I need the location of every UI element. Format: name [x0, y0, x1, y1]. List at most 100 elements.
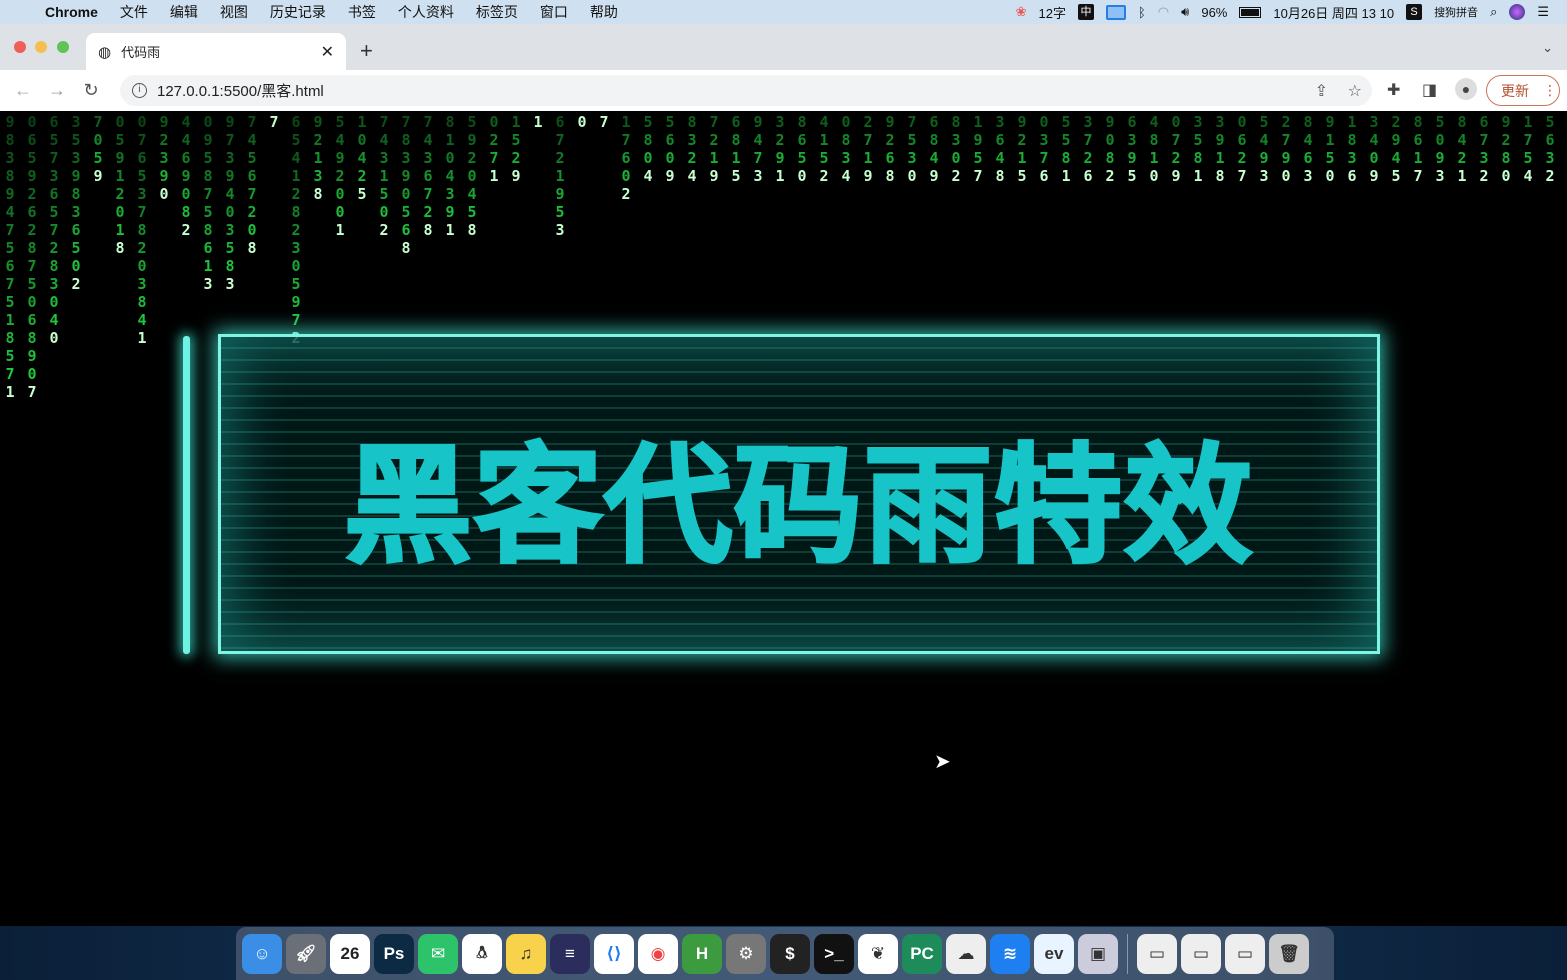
dock-qq-icon[interactable]: 🐧︎: [462, 933, 502, 974]
menu-history[interactable]: 历史记录: [259, 2, 337, 22]
rain-digit: 0: [643, 149, 653, 167]
dock-launchpad-icon[interactable]: 🚀︎: [286, 933, 326, 974]
menu-app[interactable]: Chrome: [34, 4, 109, 20]
more-menu-icon[interactable]: ⋮: [1543, 82, 1557, 99]
tab-active[interactable]: ◍ 代码雨 ✕: [86, 33, 346, 70]
menu-help[interactable]: 帮助: [579, 2, 629, 22]
word-count[interactable]: 12字: [1039, 3, 1066, 22]
dock-wechat-icon[interactable]: ✉: [418, 933, 458, 974]
dock-calendar-icon[interactable]: 26: [330, 933, 370, 974]
address-bar[interactable]: i 127.0.0.1:5500/黑客.html ⇪ ☆: [120, 75, 1372, 106]
rain-digit: 5: [335, 113, 345, 131]
tab-search-chevron-icon[interactable]: ⌄: [1542, 40, 1553, 56]
bookmark-star-icon[interactable]: ☆: [1348, 81, 1362, 101]
menu-bookmarks[interactable]: 书签: [337, 2, 387, 22]
update-button[interactable]: 更新 ⋮: [1486, 75, 1560, 106]
url-text[interactable]: 127.0.0.1:5500/黑客.html: [157, 80, 324, 101]
extensions-icon[interactable]: ✚: [1387, 80, 1400, 100]
menu-view[interactable]: 视图: [209, 2, 259, 22]
profile-avatar[interactable]: ●: [1455, 78, 1477, 100]
bluetooth-icon[interactable]: ᛒ: [1138, 5, 1146, 20]
dock-mongodb-icon[interactable]: ❦: [858, 933, 898, 974]
dock-hbuilder-icon[interactable]: H: [682, 933, 722, 974]
rain-digit: 8: [401, 131, 411, 149]
dock-ps-icon[interactable]: Ps: [374, 933, 414, 974]
forward-button[interactable]: →: [40, 80, 74, 101]
rain-digit: 3: [5, 149, 15, 167]
dock-eclipse-icon[interactable]: ≡: [550, 933, 590, 974]
rain-digit: 1: [5, 383, 15, 401]
share-icon[interactable]: ⇪: [1315, 81, 1328, 101]
dock-pycharm-icon[interactable]: PC: [902, 933, 942, 974]
menu-file[interactable]: 文件: [109, 2, 159, 22]
rain-digit: 8: [247, 239, 257, 257]
dock-iterm-icon[interactable]: >_: [814, 933, 854, 974]
dock-window3-icon[interactable]: ▭: [1225, 933, 1265, 974]
clock[interactable]: 10月26日 周四 13 10: [1273, 3, 1394, 22]
rain-digit: 9: [467, 131, 477, 149]
dock-settings-icon[interactable]: ⚙: [726, 933, 766, 974]
menu-tabs[interactable]: 标签页: [465, 2, 529, 22]
battery-icon[interactable]: [1239, 6, 1262, 18]
input-method-label[interactable]: 搜狗拼音: [1434, 4, 1478, 20]
rain-digit: 7: [489, 149, 499, 167]
new-tab-button[interactable]: +: [360, 38, 373, 64]
dock-trash-icon[interactable]: 🗑︎: [1269, 933, 1309, 974]
rain-digit: 3: [445, 185, 455, 203]
dock-everything-icon[interactable]: ev: [1034, 933, 1074, 974]
dock-preview-icon[interactable]: ▣: [1078, 933, 1118, 974]
rain-digit: 9: [115, 149, 125, 167]
wifi-icon[interactable]: ◠: [1158, 4, 1169, 20]
rain-digit: 4: [1369, 131, 1379, 149]
app-status-icon[interactable]: ❀: [1016, 4, 1027, 20]
back-button[interactable]: ←: [6, 80, 40, 101]
dock-qqmusic-icon[interactable]: ♫: [506, 933, 546, 974]
rain-digit: 9: [1501, 113, 1511, 131]
rain-digit: 3: [951, 131, 961, 149]
rain-digit: 6: [49, 185, 59, 203]
dock-terminal-icon[interactable]: $: [770, 933, 810, 974]
zoom-window-button[interactable]: [57, 41, 69, 53]
menu-edit[interactable]: 编辑: [159, 2, 209, 22]
dock-vs-code-icon[interactable]: ⟨⟩: [594, 933, 634, 974]
rain-digit: 0: [27, 365, 37, 383]
reload-button[interactable]: ↻: [74, 80, 108, 101]
rain-column: 1836: [1344, 113, 1360, 185]
menu-bar: Chrome 文件 编辑 视图 历史记录 书签 个人资料 标签页 窗口 帮助 ❀…: [0, 0, 1567, 24]
rain-digit: 7: [269, 113, 279, 131]
close-window-button[interactable]: [14, 41, 26, 53]
rain-digit: 0: [1105, 131, 1115, 149]
sogou-icon[interactable]: S: [1406, 4, 1423, 20]
rain-digit: 3: [423, 149, 433, 167]
rain-digit: 3: [907, 149, 917, 167]
volume-icon[interactable]: 🔊︎: [1181, 4, 1189, 20]
rain-digit: 2: [467, 149, 477, 167]
site-info-icon[interactable]: i: [132, 83, 147, 98]
dock-lanhu-icon[interactable]: ≋: [990, 933, 1030, 974]
rain-digit: 5: [907, 131, 917, 149]
rain-digit: 1: [709, 149, 719, 167]
minimize-window-button[interactable]: [35, 41, 47, 53]
rain-digit: 0: [335, 203, 345, 221]
screen-icon[interactable]: [1105, 4, 1126, 20]
rain-digit: 4: [247, 131, 257, 149]
tab-close-icon[interactable]: ✕: [321, 42, 334, 62]
dock-window2-icon[interactable]: ▭: [1181, 933, 1221, 974]
dock-window1-icon[interactable]: ▭: [1137, 933, 1177, 974]
control-center-icon[interactable]: ☰: [1537, 4, 1549, 20]
side-panel-icon[interactable]: ◨: [1422, 80, 1437, 100]
siri-icon[interactable]: [1509, 4, 1526, 20]
rain-digit: 2: [423, 203, 433, 221]
dock-chrome-icon[interactable]: ◉: [638, 933, 678, 974]
dock-messages-icon[interactable]: ☁: [946, 933, 986, 974]
rain-digit: 4: [1523, 167, 1533, 185]
menu-profiles[interactable]: 个人资料: [387, 2, 465, 22]
dock-finder-icon[interactable]: ☺: [242, 933, 282, 974]
rain-column: 9838947567518571: [2, 113, 18, 401]
rain-digit: 6: [71, 221, 81, 239]
menu-window[interactable]: 窗口: [529, 2, 579, 22]
ime-indicator[interactable]: 中: [1077, 4, 1094, 20]
spotlight-icon[interactable]: ⌕: [1490, 4, 1497, 20]
rain-digit: 3: [159, 149, 169, 167]
rain-digit: 5: [1193, 131, 1203, 149]
